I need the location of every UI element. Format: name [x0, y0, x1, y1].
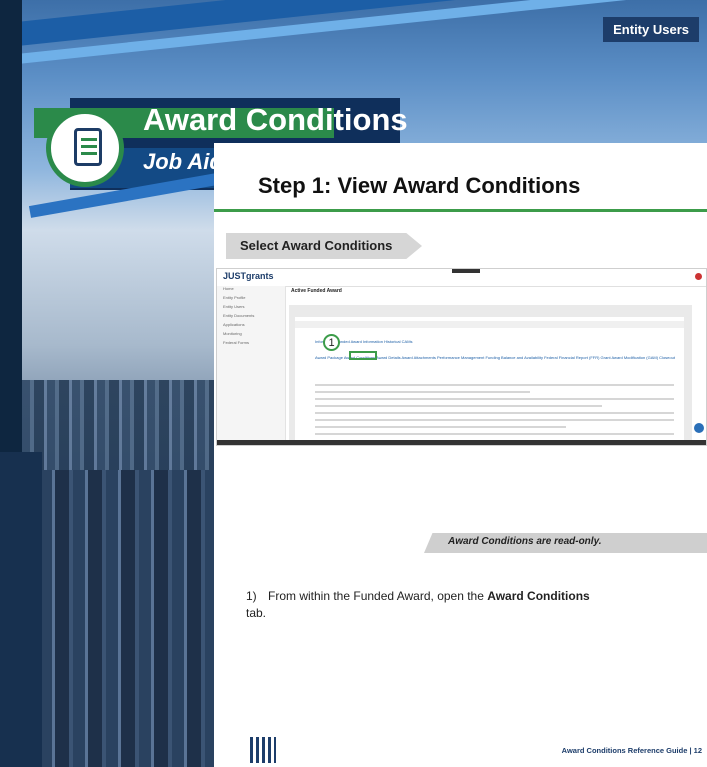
award-progress-steps: [295, 321, 684, 328]
justgrants-logo: JUSTgrants: [223, 271, 274, 281]
sidebar-item: Applications: [223, 322, 245, 327]
cover-dark-panel: [0, 452, 42, 767]
section-tab: Select Award Conditions: [226, 233, 422, 259]
sidebar-item: Federal Forms: [223, 340, 250, 345]
instruction-text-end: tab.: [246, 606, 267, 620]
instruction-number: 1): [246, 589, 257, 603]
award-text-lines: [315, 379, 674, 445]
note-bar: Award Conditions are read-only.: [424, 533, 707, 553]
checklist-icon: [46, 109, 124, 187]
title-divider: [214, 209, 707, 212]
doj-logo-icon: [250, 737, 276, 763]
app-status-bar: [217, 440, 706, 445]
page-footer: Award Conditions Reference Guide | 12: [561, 746, 702, 755]
instruction-bold: Award Conditions: [487, 589, 590, 603]
step-title: Step 1: View Award Conditions: [258, 173, 581, 198]
cover-title: Award Conditions: [143, 102, 408, 137]
note-text: Award Conditions are read-only.: [448, 536, 602, 547]
app-content: Information Funded Award Information His…: [295, 317, 684, 445]
city-skyline: [22, 470, 222, 767]
close-icon: [695, 273, 702, 280]
instruction: 1) From within the Funded Award, open the…: [246, 588, 606, 622]
app-screenshot: JUSTgrants Home Entity Profile Entity Us…: [216, 268, 707, 446]
sidebar-item: Entity Users: [223, 304, 245, 309]
cover-subtitle: Job Aid: [143, 149, 223, 174]
sidebar-item: Monitoring: [223, 331, 242, 336]
clipboard-icon: [74, 128, 102, 166]
sidebar-item: Entity Profile: [223, 295, 246, 300]
instruction-text: From within the Funded Award, open the: [268, 589, 488, 603]
app-sidebar: Home Entity Profile Entity Users Entity …: [217, 286, 286, 445]
app-header: JUSTgrants: [217, 269, 706, 287]
award-header: Active Funded Award: [291, 288, 342, 294]
award-conditions-highlight: [349, 351, 377, 360]
chat-icon: [694, 423, 704, 433]
sidebar-item: Home: [223, 286, 234, 291]
app-main: Active Funded Award Information Funded A…: [287, 286, 706, 445]
entity-users-badge: Entity Users: [603, 17, 699, 42]
guide-page: Step 1: View Award Conditions Select Awa…: [214, 143, 707, 767]
app-header-marker: [452, 269, 480, 273]
section-tab-label: Select Award Conditions: [240, 238, 393, 253]
sidebar-item: Entity Documents: [223, 313, 255, 318]
step-callout: 1: [323, 334, 340, 351]
